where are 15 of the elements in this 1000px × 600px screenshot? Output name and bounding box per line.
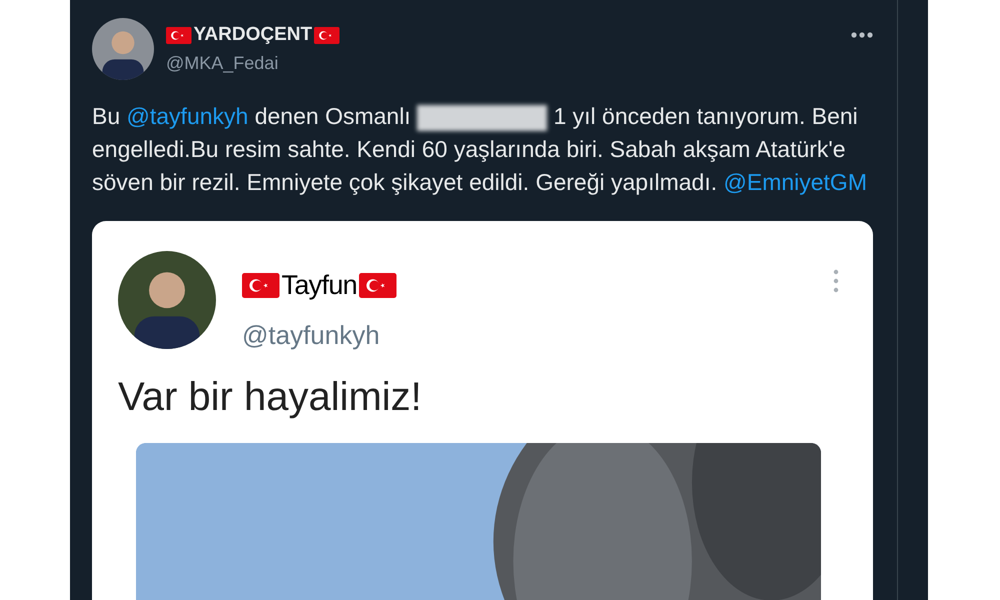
flag-icon [242, 272, 280, 298]
more-icon[interactable] [851, 32, 873, 38]
author-name[interactable]: YARDOÇENT [194, 21, 312, 50]
author-name: Tayfun [282, 269, 357, 302]
more-icon [833, 269, 839, 293]
author-handle: @MKA_Fedai [166, 52, 280, 75]
author-handle: @tayfunkyh [242, 318, 381, 352]
flag-icon [166, 27, 192, 44]
post-text: Var bir hayalimiz! [118, 374, 423, 420]
mention-link[interactable]: @tayfunkyh [126, 103, 248, 129]
embedded-screenshot[interactable]: Tayfun @tayfunkyh Var bir hayalimiz! [92, 221, 873, 600]
mention-link[interactable]: @EmniyetGM [724, 169, 867, 195]
flag-icon [314, 27, 340, 44]
tweet-text: Bu @tayfunkyh denen Osmanlı 1 yıl önceden tanıyorum. Beni engelledi.Bu resim sahte. Kendi 60 yaşlarında biri. Sabah akşam Atatürk'e söven bir rezil. Emniyete çok şikayet edildi. Gereği yapılmadı. @EmniyetGM [92, 102, 868, 197]
flag-icon [359, 272, 396, 298]
